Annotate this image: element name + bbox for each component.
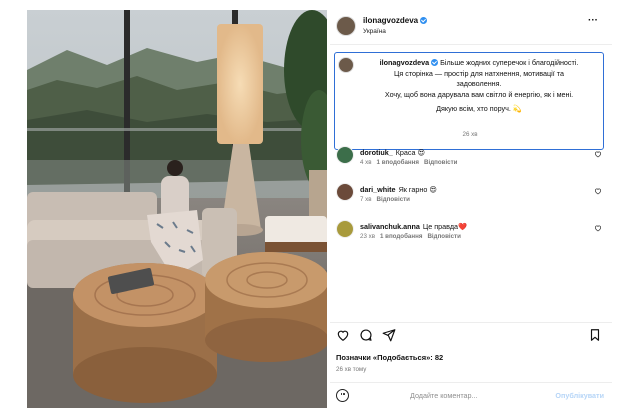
comment-item: dorotiuk_ Краса 😍 4 хв 1 вподобання Відпові… [336, 144, 606, 174]
like-heart-icon[interactable] [336, 328, 350, 342]
comment-meta: 23 хв 1 вподобання Відповісти [360, 233, 466, 240]
comment-line: salivanchuk.anna Це правда❤️ [360, 222, 467, 231]
comment-username[interactable]: dorotiuk_ [360, 148, 393, 157]
comment-input[interactable] [410, 388, 530, 402]
post-photo-illustration [27, 10, 327, 408]
comment-meta: 4 хв 1 вподобання Відповісти [360, 159, 462, 166]
commenter-avatar[interactable] [336, 183, 354, 201]
comment-reply-button[interactable]: Відповісти [427, 233, 460, 240]
comment-text: Краса 😍 [395, 148, 426, 157]
comment-time: 23 хв [360, 233, 375, 240]
author-username-row: ilonagvozdeva [363, 16, 428, 25]
comment-username[interactable]: dari_white [360, 185, 396, 194]
post-side-panel: ilonagvozdeva Україна ··· ilonagvozdeva … [330, 10, 612, 408]
comment-likes[interactable]: 1 вподобання [380, 233, 422, 240]
more-horizontal-icon[interactable]: ··· [588, 16, 598, 26]
bookmark-icon[interactable] [588, 328, 602, 342]
comment-like-heart-icon[interactable] [594, 150, 602, 158]
header-divider [330, 44, 612, 45]
caption-line-3: задоволення. [456, 79, 502, 89]
commenter-avatar[interactable] [336, 146, 354, 164]
share-send-icon[interactable] [382, 328, 396, 342]
comment-like-heart-icon[interactable] [594, 187, 602, 195]
commenter-avatar[interactable] [336, 220, 354, 238]
caption-author-avatar[interactable] [338, 57, 354, 73]
comment-line: dorotiuk_ Краса 😍 [360, 148, 425, 157]
comment-text: Це правда❤️ [422, 222, 467, 231]
comment-text: Як гарно 😍 [398, 185, 437, 194]
publish-button[interactable]: Опублікувати [555, 391, 604, 400]
caption-time: 26 хв [462, 131, 478, 138]
comment-username[interactable]: salivanchuk.anna [360, 222, 420, 231]
caption-line-2: Ця сторінка — простір для натхнення, мот… [394, 68, 564, 78]
emoji-smiley-icon[interactable] [336, 389, 349, 402]
caption-text: ilonagvozdeva Більше жодних суперечок і … [357, 58, 601, 115]
comment-box-divider [330, 382, 612, 383]
add-comment-bar: Опублікувати [330, 385, 612, 407]
actions-divider [330, 322, 612, 323]
comment-time: 7 хв [360, 196, 372, 203]
post-header: ilonagvozdeva Україна ··· [330, 10, 612, 42]
comment-likes[interactable]: 1 вподобання [377, 159, 419, 166]
caption-line-5: Дякую всім, хто поруч. 💫 [436, 104, 522, 114]
comment-bubble-icon[interactable] [359, 328, 373, 342]
caption-line-4: Хочу, щоб вона дарувала вам світло й ене… [384, 89, 574, 99]
author-avatar[interactable] [336, 16, 356, 36]
post-location[interactable]: Україна [363, 28, 386, 35]
comment-reply-button[interactable]: Відповісти [377, 196, 410, 203]
comment-reply-button[interactable]: Відповісти [424, 159, 457, 166]
verified-badge-icon [420, 17, 428, 24]
author-username[interactable]: ilonagvozdeva [363, 16, 418, 25]
comment-time: 4 хв [360, 159, 372, 166]
comment-item: dari_white Як гарно 😍 7 хв Відповісти [336, 181, 606, 211]
caption-verified-badge-icon [431, 59, 439, 66]
comment-like-heart-icon[interactable] [594, 224, 602, 232]
comment-line: dari_white Як гарно 😍 [360, 185, 437, 194]
comment-meta: 7 хв Відповісти [360, 196, 415, 203]
likes-count[interactable]: Позначки «Подобається»: 82 [336, 353, 443, 362]
post-actions [330, 328, 612, 348]
caption-author-username[interactable]: ilonagvozdeva [380, 58, 430, 67]
post-photo[interactable] [27, 10, 327, 408]
caption-block: ilonagvozdeva Більше жодних суперечок і … [334, 52, 604, 150]
post-time-ago: 26 хв тому [336, 366, 367, 373]
caption-line-1: Більше жодних суперечок і благодійності. [440, 58, 579, 67]
comment-item: salivanchuk.anna Це правда❤️ 23 хв 1 вподо… [336, 218, 606, 248]
